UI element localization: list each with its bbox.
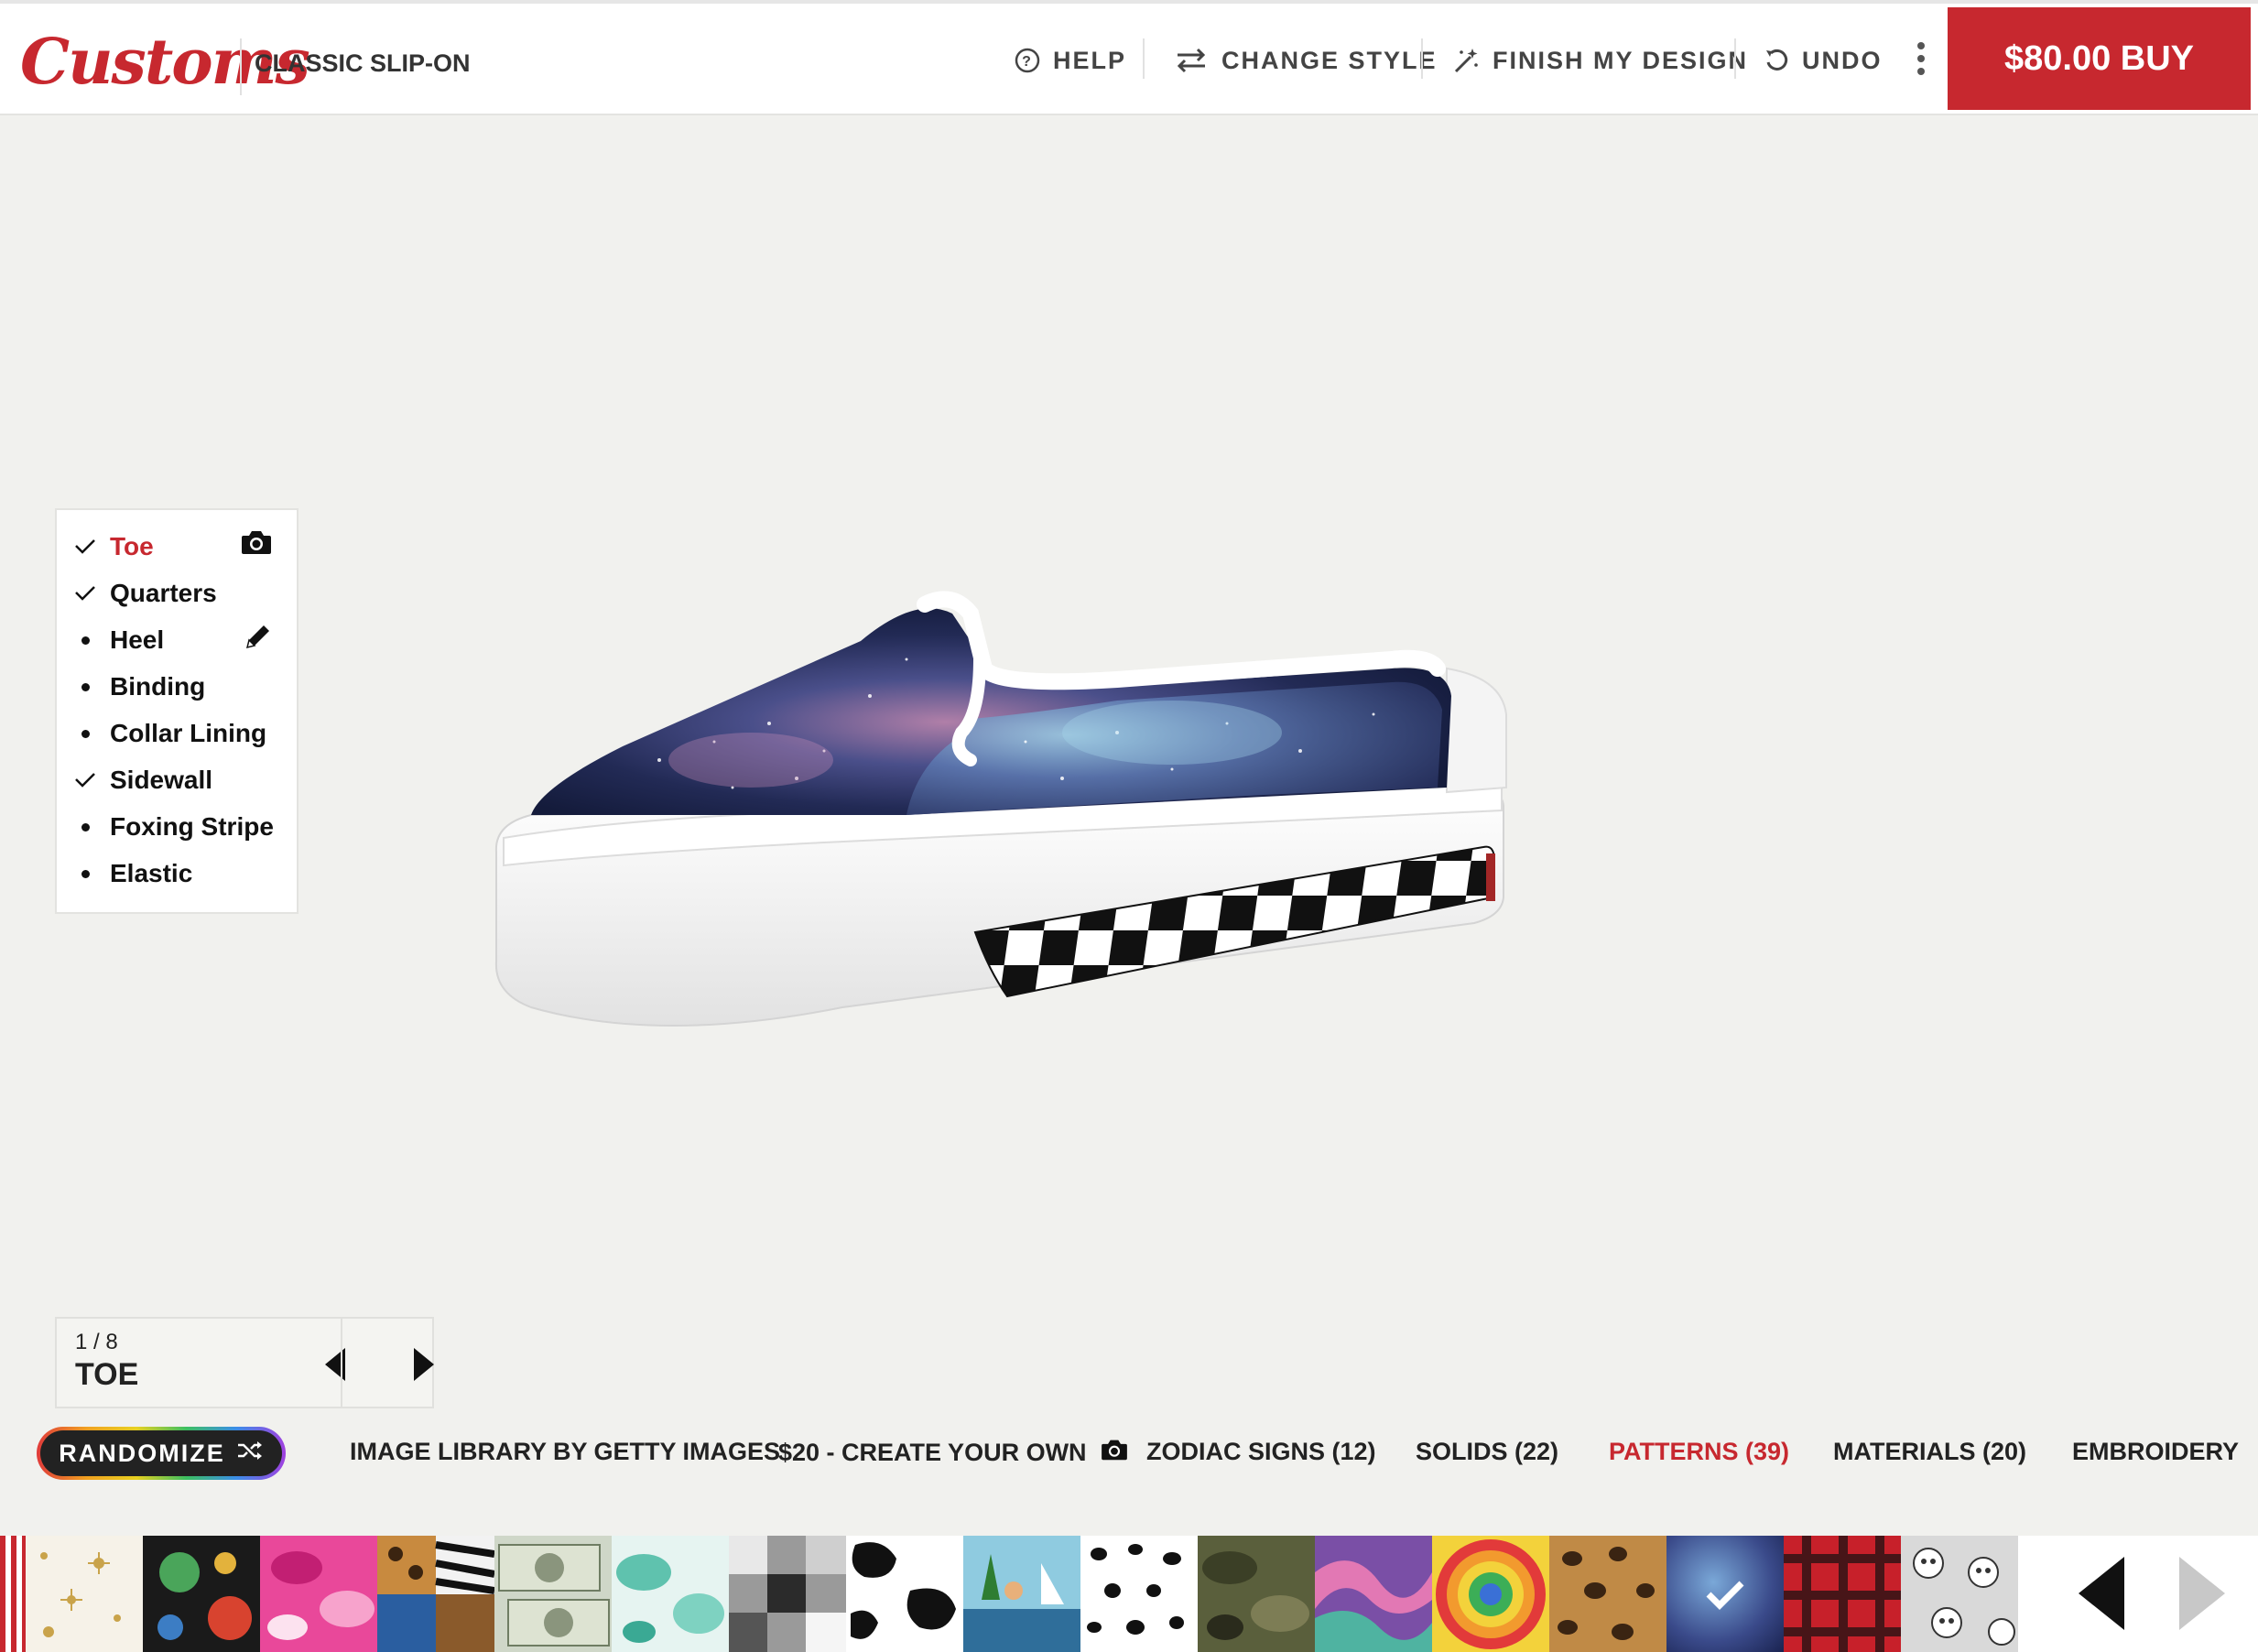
header-divider	[240, 38, 242, 95]
triangle-right-icon	[414, 1348, 434, 1381]
swatch-dalmatian-pattern[interactable]	[1080, 1536, 1198, 1652]
pattern-swatch-strip	[0, 1536, 2258, 1652]
part-item-elastic[interactable]: Elastic	[71, 855, 192, 892]
bullet-icon	[71, 636, 99, 645]
shuffle-icon	[236, 1440, 264, 1468]
part-item-quarters[interactable]: Quarters	[71, 575, 217, 612]
part-item-sidewall[interactable]: Sidewall	[71, 762, 212, 799]
swatch-pink-camo-pattern[interactable]	[260, 1536, 377, 1652]
part-item-binding[interactable]: Binding	[71, 668, 205, 705]
part-counter: 1 / 8	[75, 1330, 118, 1354]
part-navigator: 1 / 8 TOE	[55, 1317, 434, 1408]
category-solids[interactable]: SOLIDS (22)	[1416, 1438, 1558, 1466]
camera-icon	[1100, 1438, 1129, 1468]
part-label: Quarters	[110, 579, 217, 607]
category-image-library[interactable]: IMAGE LIBRARY BY GETTY IMAGES	[350, 1438, 780, 1466]
current-part-label: TOE	[75, 1357, 139, 1392]
undo-button[interactable]: UNDO	[1764, 42, 1883, 79]
swatch-rainbow-tie-dye-pattern[interactable]	[1432, 1536, 1549, 1652]
nav-divider	[341, 1319, 342, 1407]
check-icon	[71, 772, 99, 788]
check-icon	[71, 585, 99, 602]
help-label: HELP	[1053, 46, 1127, 74]
swatch-leopard-pattern[interactable]	[1549, 1536, 1666, 1652]
bullet-icon	[71, 869, 99, 878]
triangle-left-icon	[2079, 1557, 2124, 1630]
magic-wand-icon	[1452, 47, 1480, 74]
bullet-icon	[71, 822, 99, 831]
part-item-heel[interactable]: Heel	[71, 622, 164, 658]
nav-divider	[1734, 38, 1736, 79]
finish-my-design-button[interactable]: FINISH MY DESIGN	[1452, 42, 1748, 79]
bullet-icon	[71, 682, 99, 691]
swatch-galaxy-pattern[interactable]	[1666, 1536, 1784, 1652]
swatch-green-camo-pattern[interactable]	[1198, 1536, 1315, 1652]
randomize-button[interactable]: RANDOMIZE	[37, 1427, 286, 1480]
part-label: Heel	[110, 625, 165, 654]
category-materials[interactable]: MATERIALS (20)	[1833, 1438, 2026, 1466]
swatch-teal-tie-dye-pattern[interactable]	[612, 1536, 729, 1652]
swatch-animal-collage-pattern[interactable]	[377, 1536, 494, 1652]
swatch-paint-swirl-pattern[interactable]	[1315, 1536, 1432, 1652]
check-icon	[71, 538, 99, 555]
category-embroidery[interactable]: EMBROIDERY	[2072, 1438, 2239, 1466]
triangle-right-icon	[2179, 1557, 2225, 1630]
category-patterns[interactable]: PATTERNS (39)	[1609, 1438, 1789, 1466]
more-options-icon[interactable]	[1910, 38, 1932, 79]
swatch-monster-pattern[interactable]	[143, 1536, 260, 1652]
camera-icon[interactable]	[240, 528, 273, 560]
nav-divider	[1143, 38, 1145, 79]
bullet-icon	[71, 729, 99, 738]
swatch-gray-patchwork-pattern[interactable]	[729, 1536, 846, 1652]
swatch-hula-sailboat-pattern[interactable]	[963, 1536, 1080, 1652]
part-label: Toe	[110, 532, 154, 560]
category-create-your-own[interactable]: $20 - CREATE YOUR OWN	[778, 1438, 1129, 1468]
part-label: Collar Lining	[110, 719, 267, 747]
swatch-partial[interactable]	[0, 1536, 26, 1652]
part-label: Binding	[110, 672, 206, 701]
style-name: CLASSIC SLIP-ON	[255, 49, 471, 77]
undo-label: UNDO	[1802, 46, 1883, 74]
shoe-image	[494, 591, 1507, 1027]
finish-my-design-label: FINISH MY DESIGN	[1493, 46, 1749, 74]
scroll-left-button[interactable]	[2069, 1548, 2133, 1639]
help-icon: ?	[1015, 48, 1040, 73]
part-label: Elastic	[110, 859, 193, 887]
part-label: Sidewall	[110, 766, 213, 794]
swatch-skulls-pattern[interactable]	[1901, 1536, 2018, 1652]
swatch-red-plaid-pattern[interactable]	[1784, 1536, 1901, 1652]
selected-check-icon	[1666, 1536, 1784, 1652]
previous-part-button[interactable]	[318, 1344, 354, 1385]
part-label: Foxing Stripe	[110, 812, 274, 841]
help-button[interactable]: ? HELP	[1015, 42, 1126, 79]
swap-arrows-icon	[1174, 47, 1209, 74]
undo-icon	[1764, 48, 1789, 73]
change-style-button[interactable]: CHANGE STYLE	[1174, 42, 1438, 79]
part-item-toe[interactable]: Toe	[71, 528, 154, 565]
top-bar: Customs CLASSIC SLIP-ON ? HELP CHANGE ST…	[0, 0, 2258, 115]
parts-list-panel: Toe Quarters Heel Binding Collar Lining …	[55, 508, 299, 914]
randomize-label: RANDOMIZE	[59, 1439, 225, 1467]
buy-button[interactable]: $80.00 BUY	[1948, 7, 2251, 110]
swatch-money-pattern[interactable]	[494, 1536, 612, 1652]
swatch-gold-stars-pattern[interactable]	[26, 1536, 143, 1652]
swatch-cow-print-pattern[interactable]	[846, 1536, 963, 1652]
category-zodiac-signs[interactable]: ZODIAC SIGNS (12)	[1146, 1438, 1376, 1466]
part-item-collar-lining[interactable]: Collar Lining	[71, 715, 266, 752]
svg-text:?: ?	[1022, 54, 1033, 70]
scroll-right-button[interactable]	[2170, 1548, 2234, 1639]
pencil-icon[interactable]	[244, 622, 273, 656]
triangle-left-icon	[325, 1348, 345, 1381]
shoe-preview[interactable]	[476, 513, 1758, 1062]
change-style-label: CHANGE STYLE	[1221, 46, 1438, 74]
part-item-foxing-stripe[interactable]: Foxing Stripe	[71, 809, 274, 845]
nav-divider	[1421, 38, 1423, 79]
next-part-button[interactable]	[405, 1344, 441, 1385]
